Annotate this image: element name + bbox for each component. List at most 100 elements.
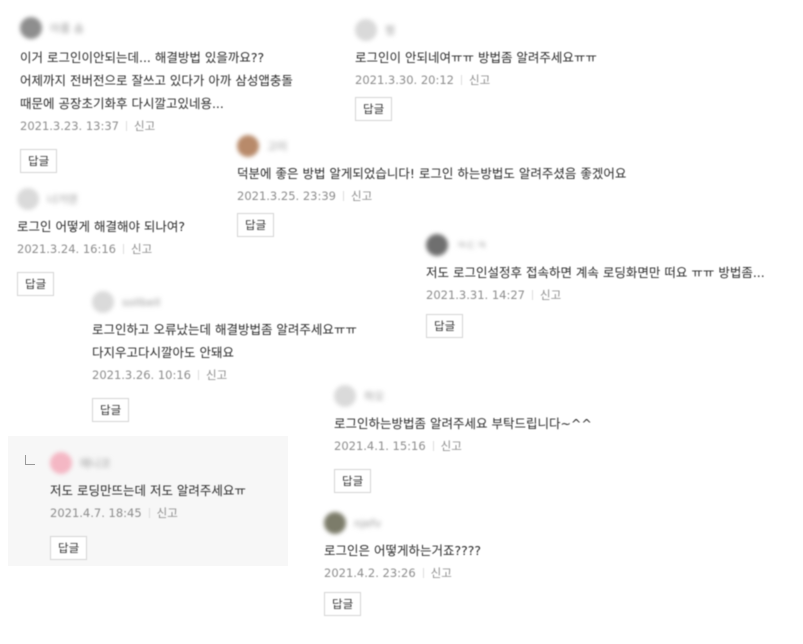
comment-header: 애니코 [50,449,246,477]
nickname[interactable]: njefv [354,517,381,530]
comment-text: 로그인 어떻게 해결해야 되나여? [17,215,185,238]
avatar[interactable] [20,17,42,39]
report-link[interactable]: 신고 [134,119,155,133]
nickname[interactable]: 너거덴 [47,191,77,207]
report-link[interactable]: 신고 [441,439,462,453]
avatar[interactable] [324,512,346,534]
nickname[interactable]: 고미 [267,138,287,154]
reply-button[interactable]: 답글 [355,97,393,121]
comment-line: 덕분에 좋은 방법 알게되었습니다! 로그인 하는방법도 알려주셨음 좋겠어요 [237,166,627,181]
reply-button[interactable]: 답글 [50,536,88,560]
comment-item: ㅋㄷㅋ 저도 로그인설정후 접속하면 계속 로딩화면만 떠요 ㅠㅠ 방법좀...… [426,231,765,338]
divider [197,370,199,380]
comment-date: 2021.4.1. 15:16 [334,439,426,453]
avatar[interactable] [50,452,72,474]
comment-meta: 2021.3.24. 16:16 신고 [17,240,185,258]
avatar[interactable] [92,291,114,313]
comment-date: 2021.3.23. 13:37 [20,119,119,133]
nickname[interactable]: 하오 [364,388,384,404]
comment-text: 덕분에 좋은 방법 알게되었습니다! 로그인 하는방법도 알려주셨음 좋겠어요 [237,162,626,185]
nickname[interactable]: 아롬 솜 [50,20,84,36]
reply-button[interactable]: 답글 [92,398,130,422]
comment-line: 로그인은 어떻게하는거죠???? [324,543,482,558]
avatar[interactable] [334,385,356,407]
comment-date: 2021.3.24. 16:16 [17,242,116,256]
comment-date: 2021.3.25. 23:39 [237,189,336,203]
comment-text: 로그인하고 오류났는데 해결방법좀 알려주세요ㅠㅠ 다지우고다시깔아도 안돼요 [92,318,357,364]
avatar[interactable] [355,19,377,41]
comment-line: 다지우고다시깔아도 안돼요 [92,345,234,360]
comment-text: 저도 로그인설정후 접속하면 계속 로딩화면만 떠요 ㅠㅠ 방법좀... [426,261,765,284]
comment-meta: 2021.3.25. 23:39 신고 [237,187,626,205]
reply-button[interactable]: 답글 [426,314,464,338]
avatar[interactable] [426,234,448,256]
comment-meta: 2021.4.7. 18:45 신고 [50,504,246,522]
comment-line: 로그인하는방법좀 알려주세요 부탁드립니다~^^ [334,416,592,431]
nickname[interactable]: sollbell [122,296,160,309]
avatar[interactable] [17,188,39,210]
divider [125,121,127,131]
comment-line: 이거 로그인이안되는데... 해결방법 있을까요?? [20,50,265,65]
divider [422,568,424,578]
divider [148,508,150,518]
reply-button[interactable]: 답글 [20,149,58,173]
reply-button[interactable]: 답글 [324,592,362,616]
comment-text: 로그인하는방법좀 알려주세요 부탁드립니다~^^ [334,412,592,435]
comment-header: 고미 [237,132,626,160]
report-link[interactable]: 신고 [540,288,561,302]
divider [342,191,344,201]
report-link[interactable]: 신고 [131,242,152,256]
comment-line: 저도 로딩만뜨는데 저도 알려주세요ㅠ [50,483,246,498]
reply-button[interactable]: 답글 [334,469,372,493]
report-link[interactable]: 신고 [206,368,227,382]
comment-item: sollbell 로그인하고 오류났는데 해결방법좀 알려주세요ㅠㅠ 다지우고다… [92,288,357,422]
comment-date: 2021.4.7. 18:45 [50,506,142,520]
comment-date: 2021.3.26. 10:16 [92,368,191,382]
nickname[interactable]: 애니코 [80,455,110,471]
comment-line: 저도 로그인설정후 접속하면 계속 로딩화면만 떠요 ㅠㅠ 방법좀... [426,265,765,280]
reply-button[interactable]: 답글 [237,213,275,237]
reply-indicator-icon [25,455,35,465]
comment-line: 로그인하고 오류났는데 해결방법좀 알려주세요ㅠㅠ [92,322,357,337]
report-link[interactable]: 신고 [469,73,490,87]
comment-text: 로그인은 어떻게하는거죠???? [324,539,481,562]
nickname[interactable]: ㅋㄷㅋ [456,237,486,253]
avatar[interactable] [237,135,259,157]
comment-text: 이거 로그인이안되는데... 해결방법 있을까요?? 어제까지 전버전으로 잘쓰… [20,46,293,115]
comment-header: 하오 [334,382,592,410]
comment-meta: 2021.3.26. 10:16 신고 [92,366,357,384]
comment-date: 2021.4.2. 23:26 [324,566,416,580]
comment-text: 로그인이 안되네여ㅠㅠ 방법좀 알려주세요ㅠㅠ [355,46,597,69]
comment-item: 하오 로그인하는방법좀 알려주세요 부탁드립니다~^^ 2021.4.1. 15… [334,382,592,493]
comment-date: 2021.3.30. 20:12 [355,73,454,87]
comment-meta: 2021.4.1. 15:16 신고 [334,437,592,455]
comment-meta: 2021.3.31. 14:27 신고 [426,286,765,304]
comment-meta: 2021.4.2. 23:26 신고 [324,564,481,582]
comment-line: 로그인 어떻게 해결해야 되나여? [17,219,186,234]
comment-header: 찡 [355,16,597,44]
report-link[interactable]: 신고 [351,189,372,203]
comment-text: 저도 로딩만뜨는데 저도 알려주세요ㅠ [50,479,246,502]
comment-meta: 2021.3.30. 20:12 신고 [355,71,597,89]
comment-header: ㅋㄷㅋ [426,231,765,259]
report-link[interactable]: 신고 [157,506,178,520]
divider [122,244,124,254]
comment-line: 로그인이 안되네여ㅠㅠ 방법좀 알려주세요ㅠㅠ [355,50,597,65]
report-link[interactable]: 신고 [431,566,452,580]
divider [531,290,533,300]
comment-header: 너거덴 [17,185,185,213]
divider [460,75,462,85]
comment-item: njefv 로그인은 어떻게하는거죠???? 2021.4.2. 23:26 신고… [324,509,481,616]
comment-line: 어제까지 전버전으로 잘쓰고 있다가 아까 삼성앱충돌 [20,73,293,88]
nickname[interactable]: 찡 [385,22,395,38]
comment-item: 애니코 저도 로딩만뜨는데 저도 알려주세요ㅠ 2021.4.7. 18:45 신… [50,449,246,560]
comment-item: 고미 덕분에 좋은 방법 알게되었습니다! 로그인 하는방법도 알려주셨음 좋겠… [237,132,626,237]
comment-header: 아롬 솜 [20,14,293,42]
divider [432,441,434,451]
comment-header: njefv [324,509,481,537]
comment-date: 2021.3.31. 14:27 [426,288,525,302]
comment-header: sollbell [92,288,357,316]
comment-item: 찡 로그인이 안되네여ㅠㅠ 방법좀 알려주세요ㅠㅠ 2021.3.30. 20:… [355,16,597,121]
reply-button[interactable]: 답글 [17,272,55,296]
comment-item: 너거덴 로그인 어떻게 해결해야 되나여? 2021.3.24. 16:16 신고… [17,185,185,296]
